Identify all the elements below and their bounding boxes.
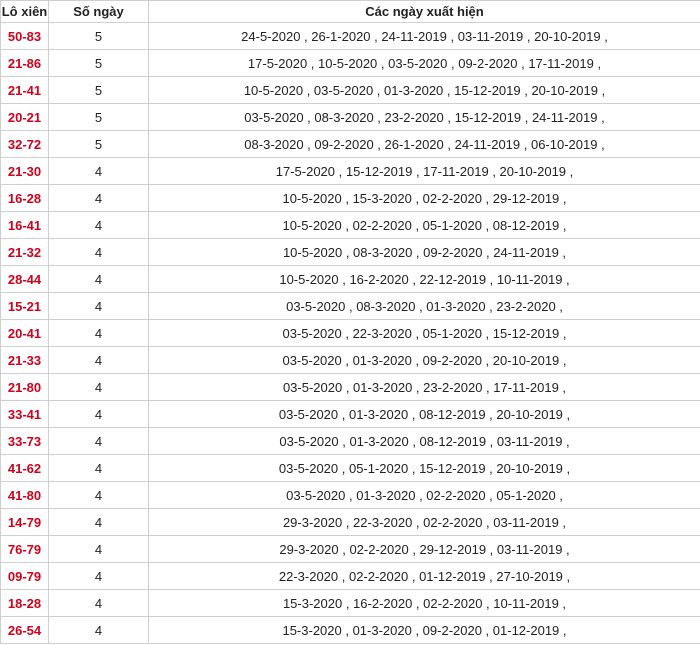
pair-cell: 21-32	[0, 238, 49, 266]
dates-cell: 10-5-2020 , 02-2-2020 , 05-1-2020 , 08-1…	[148, 211, 700, 239]
count-cell: 4	[48, 400, 149, 428]
table-row: 41-62 4 03-5-2020 , 05-1-2020 , 15-12-20…	[0, 454, 700, 482]
dates-cell: 15-3-2020 , 01-3-2020 , 09-2-2020 , 01-1…	[148, 616, 700, 644]
pair-cell: 26-54	[0, 616, 49, 644]
table-row: 18-28 4 15-3-2020 , 16-2-2020 , 02-2-202…	[0, 589, 700, 617]
dates-cell: 03-5-2020 , 01-3-2020 , 08-12-2019 , 20-…	[148, 400, 700, 428]
dates-cell: 10-5-2020 , 15-3-2020 , 02-2-2020 , 29-1…	[148, 184, 700, 212]
pair-cell: 21-30	[0, 157, 49, 185]
dates-cell: 03-5-2020 , 05-1-2020 , 15-12-2019 , 20-…	[148, 454, 700, 482]
dates-cell: 29-3-2020 , 02-2-2020 , 29-12-2019 , 03-…	[148, 535, 700, 563]
dates-cell: 03-5-2020 , 01-3-2020 , 08-12-2019 , 03-…	[148, 427, 700, 455]
pair-cell: 41-80	[0, 481, 49, 509]
count-cell: 4	[48, 454, 149, 482]
table-row: 16-41 4 10-5-2020 , 02-2-2020 , 05-1-202…	[0, 211, 700, 239]
table-row: 76-79 4 29-3-2020 , 02-2-2020 , 29-12-20…	[0, 535, 700, 563]
count-cell: 4	[48, 319, 149, 347]
pair-cell: 20-21	[0, 103, 49, 131]
table-row: 14-79 4 29-3-2020 , 22-3-2020 , 02-2-202…	[0, 508, 700, 536]
count-cell: 4	[48, 508, 149, 536]
table-row: 33-41 4 03-5-2020 , 01-3-2020 , 08-12-20…	[0, 400, 700, 428]
pair-cell: 76-79	[0, 535, 49, 563]
dates-cell: 03-5-2020 , 01-3-2020 , 09-2-2020 , 20-1…	[148, 346, 700, 374]
count-cell: 4	[48, 211, 149, 239]
dates-cell: 24-5-2020 , 26-1-2020 , 24-11-2019 , 03-…	[148, 22, 700, 50]
pair-cell: 32-72	[0, 130, 49, 158]
count-cell: 4	[48, 265, 149, 293]
dates-cell: 03-5-2020 , 08-3-2020 , 23-2-2020 , 15-1…	[148, 103, 700, 131]
dates-cell: 03-5-2020 , 01-3-2020 , 23-2-2020 , 17-1…	[148, 373, 700, 401]
count-cell: 4	[48, 373, 149, 401]
pair-cell: 33-73	[0, 427, 49, 455]
dates-cell: 03-5-2020 , 22-3-2020 , 05-1-2020 , 15-1…	[148, 319, 700, 347]
count-cell: 4	[48, 238, 149, 266]
count-cell: 5	[48, 22, 149, 50]
table-row: 21-80 4 03-5-2020 , 01-3-2020 , 23-2-202…	[0, 373, 700, 401]
dates-cell: 10-5-2020 , 16-2-2020 , 22-12-2019 , 10-…	[148, 265, 700, 293]
table-row: 21-32 4 10-5-2020 , 08-3-2020 , 09-2-202…	[0, 238, 700, 266]
header-count: Số ngày	[48, 0, 149, 23]
dates-cell: 22-3-2020 , 02-2-2020 , 01-12-2019 , 27-…	[148, 562, 700, 590]
dates-cell: 08-3-2020 , 09-2-2020 , 26-1-2020 , 24-1…	[148, 130, 700, 158]
count-cell: 5	[48, 49, 149, 77]
count-cell: 5	[48, 76, 149, 104]
header-row: Lô xiên Số ngày Các ngày xuất hiện	[0, 0, 700, 23]
count-cell: 4	[48, 616, 149, 644]
dates-cell: 17-5-2020 , 10-5-2020 , 03-5-2020 , 09-2…	[148, 49, 700, 77]
table-row: 21-33 4 03-5-2020 , 01-3-2020 , 09-2-202…	[0, 346, 700, 374]
dates-cell: 17-5-2020 , 15-12-2019 , 17-11-2019 , 20…	[148, 157, 700, 185]
table-row: 50-83 5 24-5-2020 , 26-1-2020 , 24-11-20…	[0, 22, 700, 50]
pair-cell: 50-83	[0, 22, 49, 50]
pair-cell: 18-28	[0, 589, 49, 617]
pair-cell: 16-41	[0, 211, 49, 239]
dates-cell: 29-3-2020 , 22-3-2020 , 02-2-2020 , 03-1…	[148, 508, 700, 536]
table-row: 15-21 4 03-5-2020 , 08-3-2020 , 01-3-202…	[0, 292, 700, 320]
pair-cell: 16-28	[0, 184, 49, 212]
table-header: Lô xiên Số ngày Các ngày xuất hiện	[0, 0, 700, 23]
pair-cell: 15-21	[0, 292, 49, 320]
header-pair: Lô xiên	[0, 0, 49, 23]
table-row: 09-79 4 22-3-2020 , 02-2-2020 , 01-12-20…	[0, 562, 700, 590]
table-row: 21-86 5 17-5-2020 , 10-5-2020 , 03-5-202…	[0, 49, 700, 77]
pair-cell: 20-41	[0, 319, 49, 347]
count-cell: 4	[48, 562, 149, 590]
header-dates: Các ngày xuất hiện	[148, 0, 700, 23]
count-cell: 4	[48, 292, 149, 320]
table-row: 21-30 4 17-5-2020 , 15-12-2019 , 17-11-2…	[0, 157, 700, 185]
pair-cell: 21-41	[0, 76, 49, 104]
table-body: 50-83 5 24-5-2020 , 26-1-2020 , 24-11-20…	[0, 22, 700, 644]
dates-cell: 03-5-2020 , 08-3-2020 , 01-3-2020 , 23-2…	[148, 292, 700, 320]
pair-cell: 21-33	[0, 346, 49, 374]
count-cell: 5	[48, 130, 149, 158]
count-cell: 4	[48, 589, 149, 617]
count-cell: 4	[48, 427, 149, 455]
dates-cell: 10-5-2020 , 08-3-2020 , 09-2-2020 , 24-1…	[148, 238, 700, 266]
table-row: 21-41 5 10-5-2020 , 03-5-2020 , 01-3-202…	[0, 76, 700, 104]
count-cell: 4	[48, 157, 149, 185]
count-cell: 5	[48, 103, 149, 131]
table-row: 33-73 4 03-5-2020 , 01-3-2020 , 08-12-20…	[0, 427, 700, 455]
lottery-pairs-table: Lô xiên Số ngày Các ngày xuất hiện 50-83…	[0, 0, 700, 644]
table-row: 16-28 4 10-5-2020 , 15-3-2020 , 02-2-202…	[0, 184, 700, 212]
pair-cell: 09-79	[0, 562, 49, 590]
dates-cell: 10-5-2020 , 03-5-2020 , 01-3-2020 , 15-1…	[148, 76, 700, 104]
table-row: 41-80 4 03-5-2020 , 01-3-2020 , 02-2-202…	[0, 481, 700, 509]
count-cell: 4	[48, 184, 149, 212]
table-row: 26-54 4 15-3-2020 , 01-3-2020 , 09-2-202…	[0, 616, 700, 644]
pair-cell: 21-80	[0, 373, 49, 401]
table-row: 20-21 5 03-5-2020 , 08-3-2020 , 23-2-202…	[0, 103, 700, 131]
table-row: 20-41 4 03-5-2020 , 22-3-2020 , 05-1-202…	[0, 319, 700, 347]
count-cell: 4	[48, 535, 149, 563]
pair-cell: 14-79	[0, 508, 49, 536]
table-row: 32-72 5 08-3-2020 , 09-2-2020 , 26-1-202…	[0, 130, 700, 158]
count-cell: 4	[48, 481, 149, 509]
pair-cell: 41-62	[0, 454, 49, 482]
pair-cell: 33-41	[0, 400, 49, 428]
pair-cell: 21-86	[0, 49, 49, 77]
table-row: 28-44 4 10-5-2020 , 16-2-2020 , 22-12-20…	[0, 265, 700, 293]
dates-cell: 15-3-2020 , 16-2-2020 , 02-2-2020 , 10-1…	[148, 589, 700, 617]
dates-cell: 03-5-2020 , 01-3-2020 , 02-2-2020 , 05-1…	[148, 481, 700, 509]
count-cell: 4	[48, 346, 149, 374]
pair-cell: 28-44	[0, 265, 49, 293]
